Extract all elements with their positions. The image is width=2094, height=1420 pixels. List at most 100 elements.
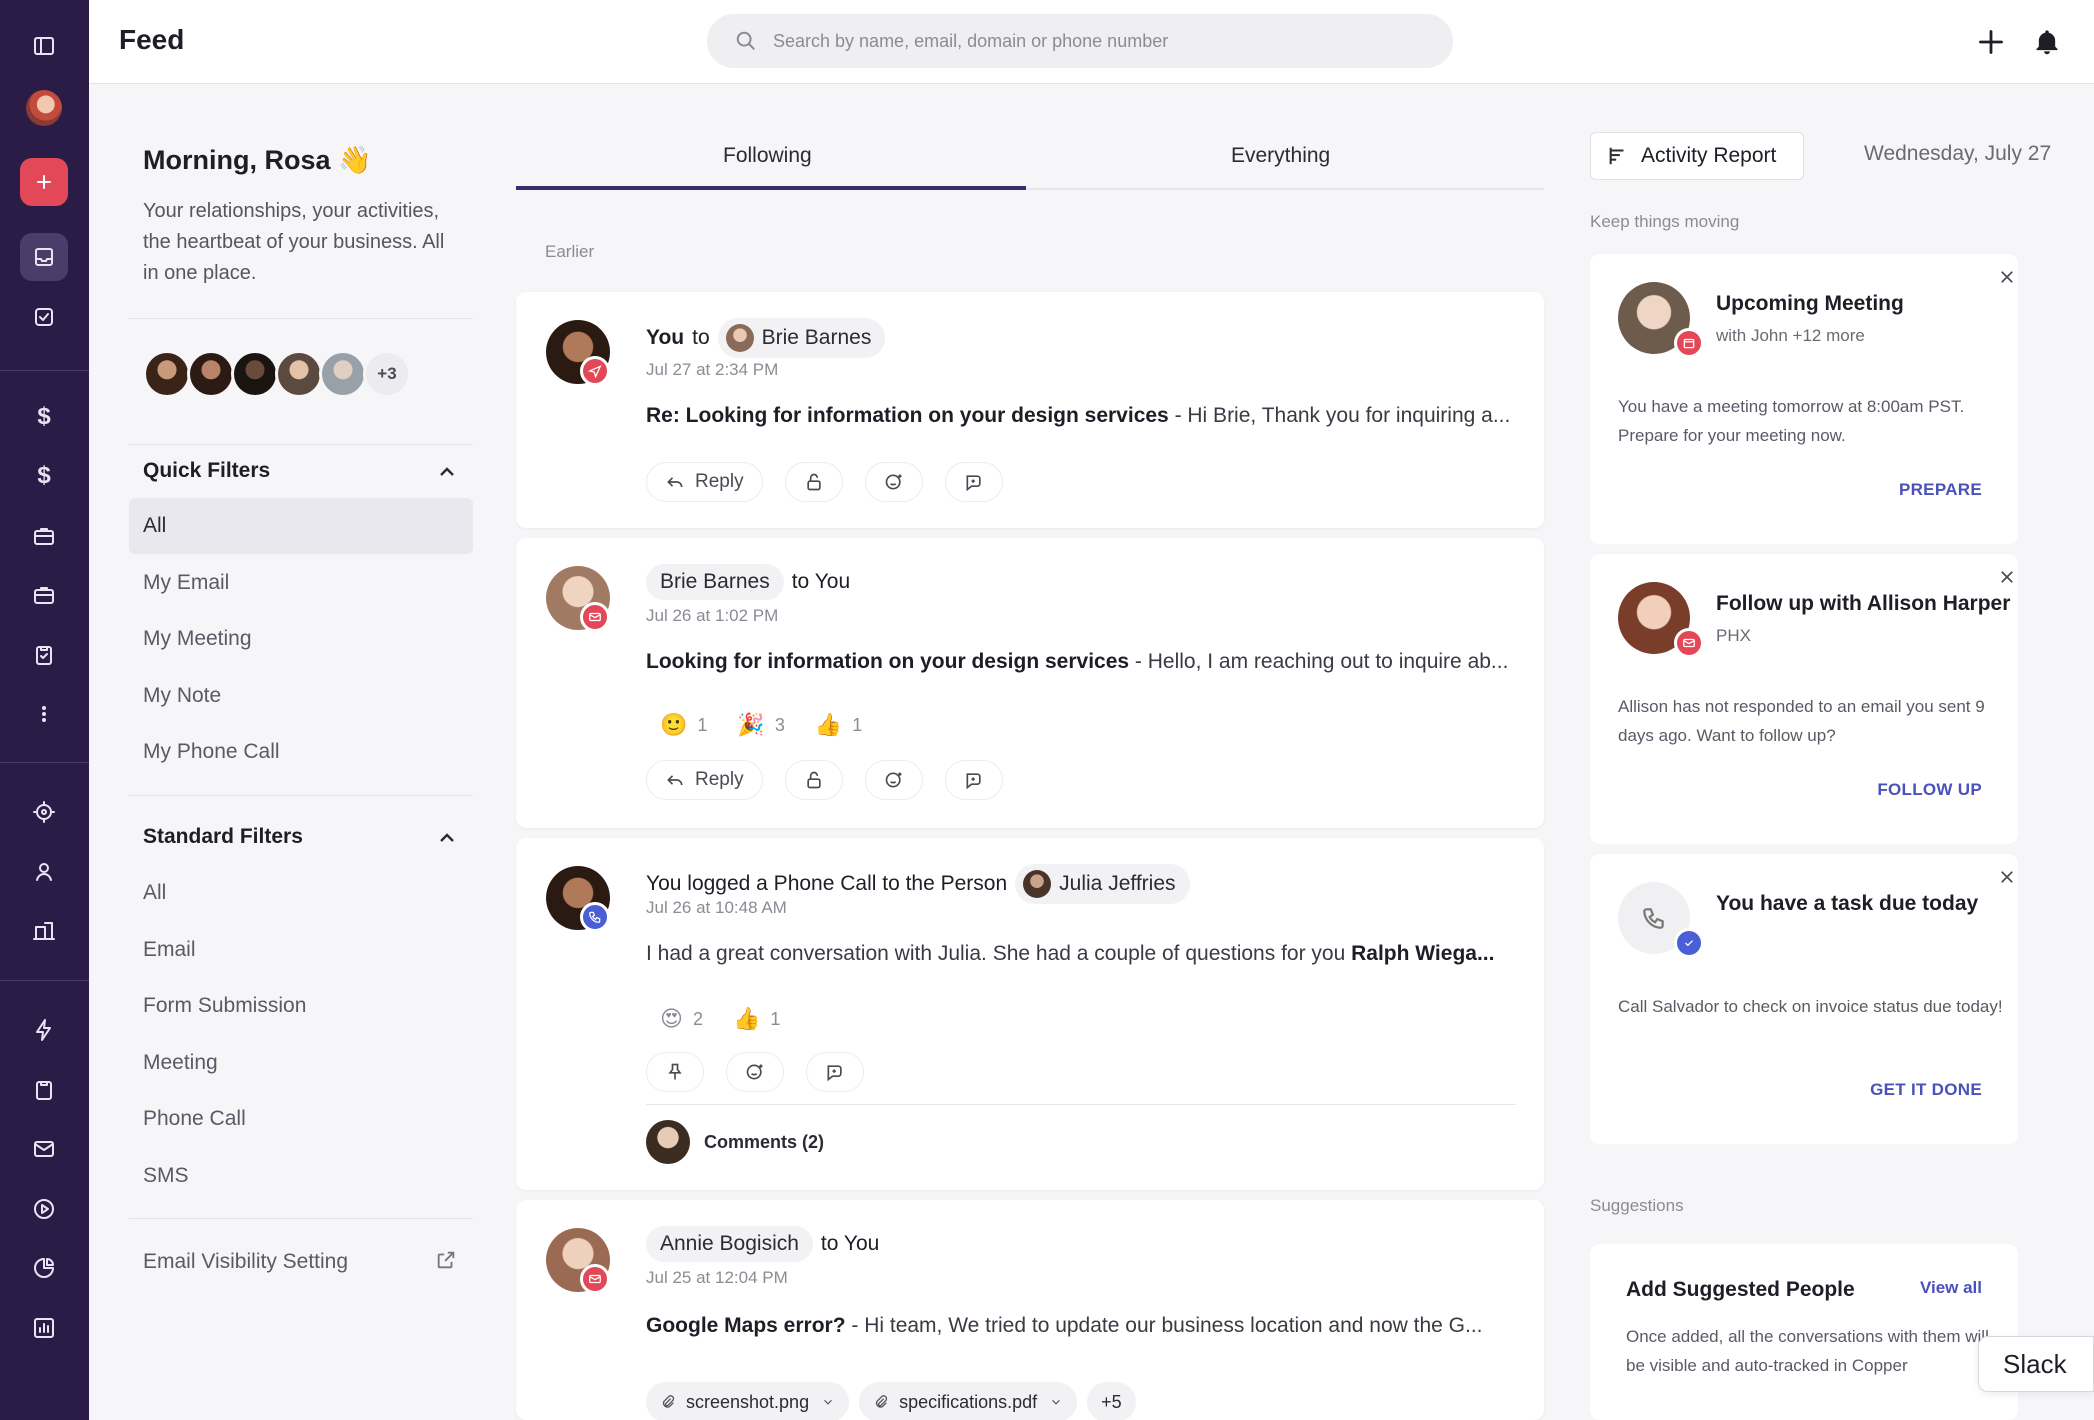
inbox-icon[interactable]	[20, 233, 68, 281]
avatar[interactable]	[231, 350, 279, 398]
briefcase-icon[interactable]	[20, 571, 68, 619]
feed-card[interactable]: You logged a Phone Call to the Person Ju…	[516, 838, 1544, 1190]
avatar[interactable]	[143, 350, 191, 398]
avatar[interactable]	[275, 350, 323, 398]
person-chip[interactable]: Brie Barnes	[646, 564, 784, 600]
clipboard-icon[interactable]	[20, 1066, 68, 1114]
add-comment-button[interactable]	[944, 760, 1003, 800]
add-icon[interactable]	[20, 158, 68, 206]
bell-icon[interactable]	[2027, 22, 2067, 62]
reaction[interactable]: 😍 2	[660, 1006, 703, 1032]
email-visibility-setting-link[interactable]: Email Visibility Setting	[129, 1234, 473, 1290]
quick-filter-my-meeting[interactable]: My Meeting	[129, 611, 473, 667]
avatar[interactable]	[319, 350, 367, 398]
briefcase-icon[interactable]	[20, 512, 68, 560]
unlock-icon	[806, 473, 821, 491]
team-avatars[interactable]: +3	[143, 350, 411, 398]
person-chip[interactable]: Julia Jeffries	[1015, 864, 1190, 904]
reaction[interactable]: 👍 1	[815, 712, 862, 738]
tab-following[interactable]: Following	[723, 144, 812, 168]
quick-filter-my-email[interactable]: My Email	[129, 555, 473, 611]
message-body: I had a great conversation with Julia. S…	[646, 942, 1352, 965]
tasks-icon[interactable]	[20, 293, 68, 341]
building-icon[interactable]	[20, 907, 68, 955]
feed-card[interactable]: Annie Bogisich to You Jul 25 at 12:04 PM…	[516, 1200, 1544, 1420]
person-name: Julia Jeffries	[1059, 872, 1176, 895]
more-vertical-icon[interactable]	[20, 690, 68, 738]
standard-filter-meeting[interactable]: Meeting	[129, 1035, 473, 1091]
quick-filter-all[interactable]: All	[129, 498, 473, 554]
reply-button[interactable]: Reply	[646, 462, 763, 502]
search-bar[interactable]	[707, 14, 1453, 68]
follow-up-button[interactable]: FOLLOW UP	[1877, 780, 1982, 800]
add-reaction-button[interactable]	[864, 462, 923, 502]
target-icon[interactable]	[20, 788, 68, 836]
standard-filter-sms[interactable]: SMS	[129, 1148, 473, 1204]
quick-filter-my-note[interactable]: My Note	[129, 668, 473, 724]
mail-icon	[580, 1264, 610, 1294]
more-avatars-count[interactable]: +3	[363, 350, 411, 398]
get-it-done-button[interactable]: GET IT DONE	[1870, 1080, 1982, 1100]
card-body: Allison has not responded to an email yo…	[1618, 697, 1985, 745]
person-chip[interactable]: Annie Bogisich	[646, 1226, 813, 1262]
message-preview[interactable]: Google Maps error? - Hi team, We tried t…	[646, 1314, 1516, 1338]
add-reaction-button[interactable]	[864, 760, 923, 800]
clipboard-icon[interactable]	[20, 631, 68, 679]
lock-button[interactable]	[784, 760, 843, 800]
add-reaction-button[interactable]	[726, 1052, 784, 1092]
standard-filter-phone-call[interactable]: Phone Call	[129, 1091, 473, 1147]
more-attachments-chip[interactable]: +5	[1087, 1382, 1136, 1420]
attachment-chip[interactable]: specifications.pdf	[859, 1382, 1078, 1420]
reaction-emoji: 👍	[814, 712, 843, 737]
chevron-up-icon[interactable]	[435, 460, 459, 484]
tab-everything[interactable]: Everything	[1231, 144, 1330, 168]
pin-button[interactable]	[646, 1052, 704, 1092]
comments-toggle[interactable]: Comments (2)	[646, 1120, 824, 1164]
bar-chart-icon[interactable]	[20, 1304, 68, 1352]
reaction[interactable]: 🙂 1	[660, 712, 707, 738]
reply-button[interactable]: Reply	[646, 760, 763, 800]
message-preview[interactable]: Re: Looking for information on your desi…	[646, 404, 1516, 428]
feed-card[interactable]: Brie Barnes to You Jul 26 at 1:02 PM Loo…	[516, 538, 1544, 828]
lock-button[interactable]	[784, 462, 843, 502]
lightning-icon[interactable]	[20, 1006, 68, 1054]
person-icon[interactable]	[20, 848, 68, 896]
reaction[interactable]: 👍 1	[733, 1006, 780, 1032]
chevron-up-icon[interactable]	[435, 826, 459, 850]
standard-filter-email[interactable]: Email	[129, 922, 473, 978]
dollar-icon[interactable]: $	[20, 452, 68, 500]
plus-icon[interactable]	[1971, 22, 2011, 62]
paperclip-icon	[662, 1395, 675, 1408]
dollar-icon[interactable]: $	[20, 393, 68, 441]
close-icon[interactable]	[1998, 868, 2022, 892]
card-body: You have a meeting tomorrow at 8:00am PS…	[1618, 397, 1965, 445]
standard-filter-form-submission[interactable]: Form Submission	[129, 978, 473, 1034]
close-icon[interactable]	[1998, 568, 2022, 592]
add-comment-button[interactable]	[944, 462, 1003, 502]
prepare-button[interactable]: PREPARE	[1899, 480, 1982, 500]
add-comment-button[interactable]	[806, 1052, 864, 1092]
avatar[interactable]	[187, 350, 235, 398]
attachment-name: specifications.pdf	[899, 1391, 1038, 1412]
search-input[interactable]	[773, 30, 1413, 52]
reaction[interactable]: 🎉 3	[737, 712, 784, 738]
attachment-chip[interactable]: screenshot.png	[646, 1382, 850, 1420]
mail-icon	[1674, 628, 1704, 658]
quick-filter-my-phone-call[interactable]: My Phone Call	[129, 724, 473, 780]
mail-icon[interactable]	[20, 1125, 68, 1173]
play-circle-icon[interactable]	[20, 1185, 68, 1233]
external-link-icon[interactable]	[435, 1249, 459, 1273]
view-all-link[interactable]: View all	[1920, 1278, 1982, 1298]
user-avatar[interactable]	[26, 90, 62, 126]
close-icon[interactable]	[1998, 268, 2022, 292]
toggle-sidebar-icon[interactable]	[20, 22, 68, 70]
message-preview[interactable]: Looking for information on your design s…	[646, 650, 1516, 674]
pie-chart-icon[interactable]	[20, 1244, 68, 1292]
action-card: Upcoming Meeting with John +12 more You …	[1590, 254, 2018, 544]
slack-button[interactable]: Slack	[1978, 1336, 2094, 1392]
standard-filter-all[interactable]: All	[129, 865, 473, 921]
person-chip[interactable]: Brie Barnes	[717, 318, 886, 358]
activity-report-button[interactable]: Activity Report	[1590, 132, 1804, 180]
message-preview[interactable]: I had a great conversation with Julia. S…	[646, 942, 1516, 966]
feed-card[interactable]: You to Brie Barnes Jul 27 at 2:34 PM Re:…	[516, 292, 1544, 528]
